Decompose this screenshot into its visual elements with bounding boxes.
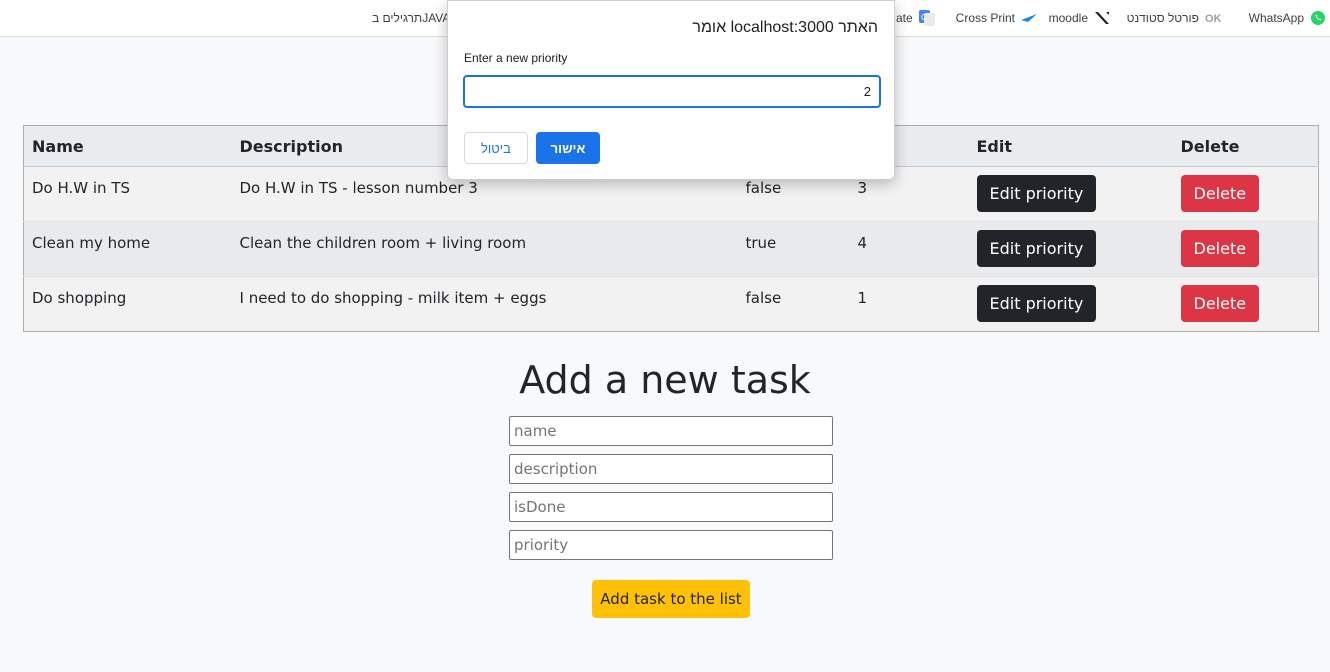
table-row: Do shopping I need to do shopping - milk… [23,276,1319,332]
task-isdone: true [737,221,850,277]
delete-cell: Delete [1172,166,1319,222]
cancel-button[interactable]: ביטול [464,132,528,164]
bookmark-moodle[interactable]: moodle [1049,9,1110,27]
add-task-button[interactable]: Add task to the list [592,580,750,618]
add-task-title: Add a new task [519,358,811,402]
svg-text:OK: OK [1205,13,1222,25]
bookmark-label: Cross Print [955,11,1015,25]
description-input[interactable] [509,454,833,484]
bookmark-translate[interactable]: ate G [896,9,935,27]
bookmark-label: פורטל סטודנט [1126,11,1199,25]
whatsapp-icon [1311,11,1325,25]
task-name: Do H.W in TS [23,166,232,222]
ok-logo-icon: OK [1205,13,1222,25]
task-name: Do shopping [23,276,232,332]
edit-cell: Edit priority [968,221,1173,277]
task-description: Clean the children room + living room [231,221,738,277]
bookmark-java[interactable]: תרגילים בJAVA [372,9,450,27]
dialog-message: Enter a new priority [464,51,568,65]
bookmark-student-portal[interactable]: פורטל סטודנט OK [1127,9,1223,27]
edit-priority-button[interactable]: Edit priority [976,175,1097,212]
name-input[interactable] [509,416,833,446]
isdone-input[interactable] [509,492,833,522]
delete-button[interactable]: Delete [1180,285,1260,322]
delete-button[interactable]: Delete [1180,175,1260,212]
edit-cell: Edit priority [968,166,1173,222]
table-row: Clean my home Clean the children room + … [23,221,1319,277]
bookmark-label: ate [896,11,913,25]
task-priority: 1 [849,276,969,332]
header-edit: Edit [968,125,1173,167]
prompt-dialog: האתר localhost:3000 אומר Enter a new pri… [447,0,895,180]
slash-logo-icon [1095,12,1109,24]
priority-input[interactable] [509,530,833,560]
bookmark-cross-print[interactable]: Cross Print [956,9,1037,27]
task-isdone: false [737,276,850,332]
task-priority: 4 [849,221,969,277]
delete-button[interactable]: Delete [1180,230,1260,267]
task-name: Clean my home [23,221,232,277]
svg-text:G: G [921,13,927,22]
bookmark-whatsapp[interactable]: WhatsApp [1249,9,1326,27]
header-name: Name [23,125,232,167]
priority-prompt-input[interactable] [463,75,881,108]
delete-cell: Delete [1172,276,1319,332]
edit-cell: Edit priority [968,276,1173,332]
delete-cell: Delete [1172,221,1319,277]
bookmark-label: WhatsApp [1248,11,1304,25]
translate-icon: G [918,10,935,26]
edit-priority-button[interactable]: Edit priority [976,285,1097,322]
dialog-title: האתר localhost:3000 אומר [692,19,878,36]
plane-icon [1021,14,1037,22]
header-delete: Delete [1172,125,1319,167]
bookmark-label: moodle [1048,11,1088,25]
ok-button[interactable]: אישור [536,132,600,164]
edit-priority-button[interactable]: Edit priority [976,230,1097,267]
task-description: I need to do shopping - milk item + eggs [231,276,738,332]
bookmark-label: תרגילים בJAVA [372,11,451,25]
